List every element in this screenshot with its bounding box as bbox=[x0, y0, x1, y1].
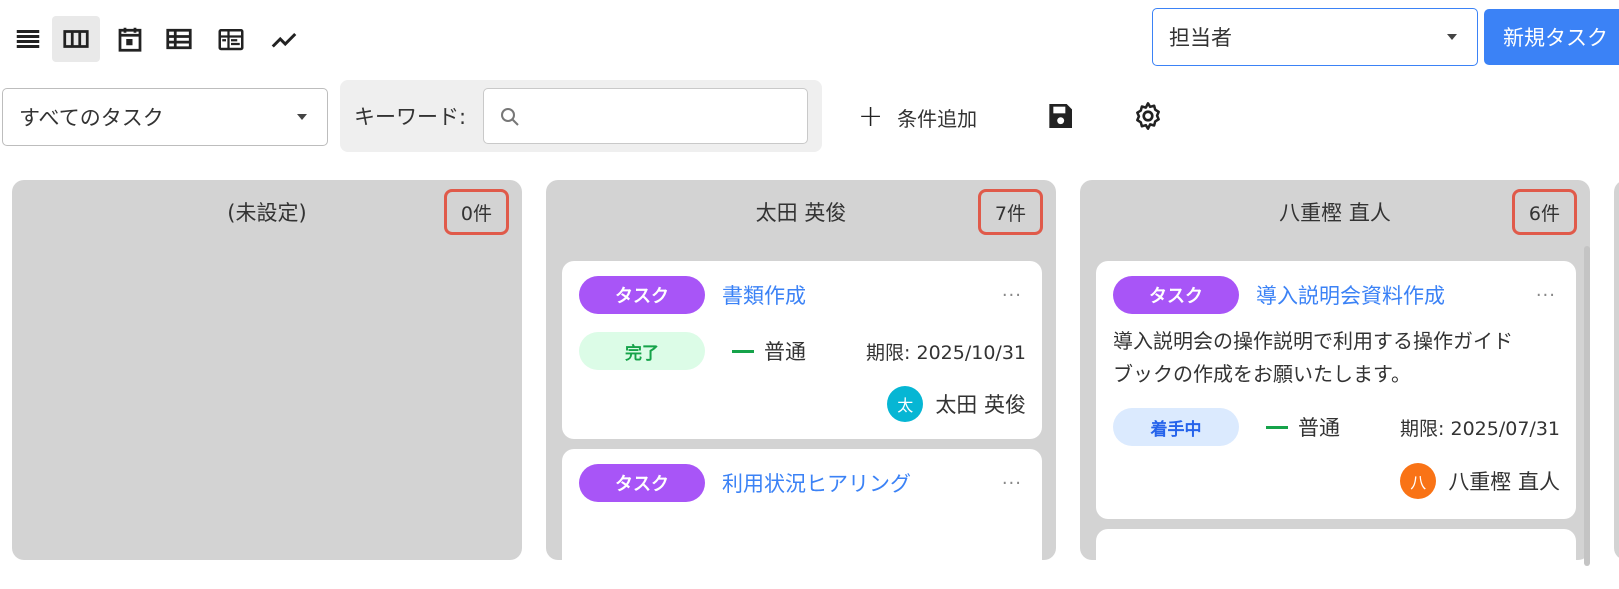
task-description-line: 導入説明会の操作説明で利用する操作ガイド bbox=[1113, 329, 1513, 353]
priority-label: 普通 bbox=[1298, 416, 1340, 440]
task-title-link[interactable]: 利用状況ヒアリング bbox=[722, 464, 911, 502]
kanban-column-partial bbox=[1614, 180, 1619, 560]
card-assignee: 太 太田 英俊 bbox=[887, 385, 1026, 423]
chevron-down-icon bbox=[297, 114, 307, 120]
status-badge: 完了 bbox=[579, 332, 705, 370]
task-filter-value: すべてのタスク bbox=[19, 106, 164, 130]
column-count-badge: 6件 bbox=[1511, 189, 1577, 235]
table-view-icon[interactable] bbox=[155, 16, 203, 62]
kanban-column-unassigned: (未設定) 0件 bbox=[12, 180, 522, 560]
avatar: 八 bbox=[1400, 463, 1437, 499]
assignee-select[interactable]: 担当者 bbox=[1152, 8, 1478, 66]
search-icon bbox=[501, 108, 519, 126]
keyword-filter: キーワード: bbox=[340, 80, 822, 152]
keyword-label: キーワード: bbox=[354, 105, 467, 129]
more-options-icon[interactable]: ··· bbox=[1002, 276, 1022, 314]
task-card[interactable] bbox=[1096, 529, 1576, 589]
task-card[interactable]: タスク 導入説明会資料作成 ··· 導入説明会の操作説明で利用する操作ガイド ブ… bbox=[1096, 261, 1576, 519]
priority-dash-icon bbox=[732, 349, 754, 353]
priority-indicator: 普通 bbox=[732, 332, 806, 370]
task-type-badge: タスク bbox=[1113, 276, 1239, 314]
list-view-icon[interactable] bbox=[4, 16, 52, 62]
due-date: 期限: 2025/07/31 bbox=[1400, 417, 1560, 440]
assignee-name: 太田 英俊 bbox=[935, 393, 1026, 417]
calendar-view-icon[interactable] bbox=[106, 16, 154, 62]
task-card[interactable]: タスク 利用状況ヒアリング ··· bbox=[562, 449, 1042, 589]
priority-dash-icon bbox=[1266, 425, 1288, 429]
chart-view-icon[interactable] bbox=[260, 16, 308, 62]
keyword-search-input[interactable] bbox=[483, 88, 808, 144]
more-options-icon[interactable]: ··· bbox=[1536, 276, 1556, 314]
kanban-view-icon[interactable] bbox=[52, 16, 100, 62]
settings-gear-icon[interactable] bbox=[1132, 100, 1164, 132]
task-type-badge: タスク bbox=[579, 276, 705, 314]
task-card[interactable]: タスク 書類作成 ··· 完了 普通 期限: 2025/10/31 太 太田 英… bbox=[562, 261, 1042, 439]
plus-icon: + bbox=[858, 99, 884, 134]
kanban-column-yaegashi: 八重樫 直人 6件 タスク 導入説明会資料作成 ··· 導入説明会の操作説明で利… bbox=[1080, 180, 1590, 589]
task-description-line: ブックの作成をお願いたします。 bbox=[1113, 362, 1411, 386]
status-badge: 着手中 bbox=[1113, 408, 1239, 446]
kanban-column-ota: 太田 英俊 7件 タスク 書類作成 ··· 完了 普通 期限: 2025/10/… bbox=[546, 180, 1056, 589]
task-title-link[interactable]: 書類作成 bbox=[722, 276, 806, 314]
priority-indicator: 普通 bbox=[1266, 408, 1340, 446]
more-options-icon[interactable]: ··· bbox=[1002, 464, 1022, 502]
assignee-select-value: 担当者 bbox=[1169, 26, 1232, 50]
gantt-view-icon[interactable] bbox=[207, 16, 255, 62]
task-type-badge: タスク bbox=[579, 464, 705, 502]
add-condition-label: 条件追加 bbox=[897, 106, 978, 131]
save-icon[interactable] bbox=[1044, 100, 1076, 132]
new-task-button[interactable]: 新規タスク bbox=[1484, 9, 1619, 65]
avatar: 太 bbox=[887, 386, 924, 422]
column-count-badge: 0件 bbox=[443, 189, 509, 235]
task-title-link[interactable]: 導入説明会資料作成 bbox=[1256, 276, 1445, 314]
column-count-badge: 7件 bbox=[977, 189, 1043, 235]
new-task-button-label: 新規タスク bbox=[1503, 26, 1608, 50]
chevron-down-icon bbox=[1447, 34, 1457, 40]
card-assignee: 八 八重樫 直人 bbox=[1400, 462, 1560, 500]
column-scrollbar[interactable] bbox=[1584, 246, 1590, 566]
task-filter-select[interactable]: すべてのタスク bbox=[2, 88, 328, 146]
due-date: 期限: 2025/10/31 bbox=[866, 341, 1026, 364]
add-condition-button[interactable]: + 条件追加 bbox=[858, 92, 977, 142]
priority-label: 普通 bbox=[764, 340, 806, 364]
assignee-name: 八重樫 直人 bbox=[1448, 470, 1560, 494]
